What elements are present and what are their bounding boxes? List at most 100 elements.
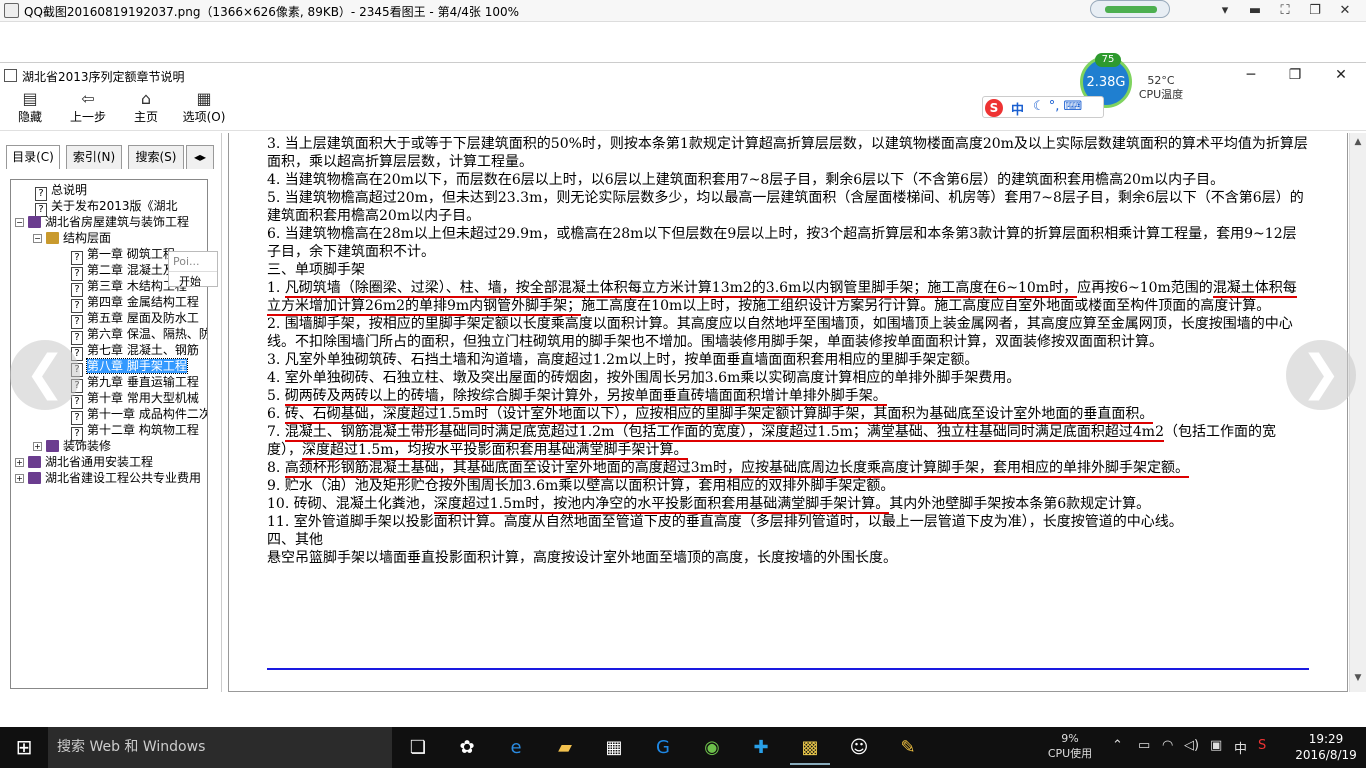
- tab-contents[interactable]: 目录(C): [6, 145, 60, 169]
- text-segment: 施工高度在10m以上时，按施工组织设计方案另行计算。施工高度应自室外地面或楼面至…: [581, 298, 1271, 314]
- app-icon[interactable]: ✿: [447, 731, 487, 765]
- tree-item[interactable]: ? 关于发布2013版《湖北: [35, 198, 178, 217]
- tree-item[interactable]: ? 第一章 砌筑工程: [71, 246, 175, 265]
- book-icon: [46, 440, 59, 452]
- text-segment: 1.: [267, 280, 285, 296]
- scroll-down-icon[interactable]: ▼: [1352, 673, 1364, 687]
- home-button[interactable]: ⌂ 主页: [118, 89, 174, 129]
- tree-item[interactable]: ? 总说明: [35, 182, 88, 201]
- popup-item-start[interactable]: 开始: [169, 271, 217, 290]
- expand-icon[interactable]: +: [15, 474, 24, 483]
- scroll-up-icon[interactable]: ▲: [1352, 137, 1364, 151]
- tree-item[interactable]: ? 第六章 保温、隔热、防: [71, 326, 208, 345]
- contact-icon[interactable]: ☺: [839, 731, 879, 765]
- ime-lang[interactable]: 中: [1011, 99, 1024, 118]
- underlined-text: 深度超过1.5m时，按池内净空的水平投影面积套用基础满堂脚手架计算。: [433, 496, 890, 514]
- edge-icon[interactable]: e: [496, 731, 536, 765]
- tab-index[interactable]: 索引(N): [66, 145, 122, 169]
- taskbar-search[interactable]: 搜索 Web 和 Windows: [48, 727, 392, 768]
- hide-button[interactable]: ▤ 隐藏: [2, 89, 58, 129]
- network-icon[interactable]: ▭: [1138, 738, 1150, 753]
- ime-toolbar[interactable]: S 中 ☾ °, ⌨: [982, 96, 1104, 118]
- tree-item[interactable]: ? 第十一章 成品构件二次: [71, 406, 207, 425]
- book-icon: [28, 456, 41, 468]
- options-button[interactable]: ▦ 选项(O): [176, 89, 232, 129]
- tree-item-label: 装饰装修: [63, 439, 112, 453]
- book-open-icon: [46, 232, 59, 244]
- task-view-icon[interactable]: ❏: [398, 731, 438, 765]
- back-button[interactable]: ⇦ 上一步: [60, 89, 116, 129]
- tree-item[interactable]: ? 第十二章 构筑物工程: [71, 422, 199, 441]
- notes-icon[interactable]: ✎: [888, 731, 928, 765]
- text-paragraph: 6. 砖、石砌基础，深度超过1.5m时（设计室外地面以下），应按相应的里脚手架定…: [267, 405, 1309, 424]
- next-image-button[interactable]: ❯: [1286, 340, 1356, 410]
- help-minimize-button[interactable]: ─: [1236, 66, 1266, 84]
- text-segment: 7.: [267, 424, 285, 440]
- help-maximize-button[interactable]: ❐: [1280, 66, 1310, 84]
- nav-tabs: 目录(C) 索引(N) 搜索(S) ◂▸: [6, 145, 216, 169]
- cpu-temp-label: CPU温度: [1138, 88, 1184, 101]
- store-icon[interactable]: ▦: [594, 731, 634, 765]
- text-segment: 5.: [267, 388, 285, 404]
- text-segment: 4. 室外单独砌砖、石独立柱、墩及突出屋面的砖烟囱，按外围周长另加3.6m乘以实…: [267, 370, 1021, 386]
- tree-item[interactable]: ? 第七章 混凝土、钢筋: [71, 342, 199, 361]
- collapse-icon[interactable]: −: [33, 234, 42, 243]
- tree-item-label: 第六章 保温、隔热、防: [87, 327, 208, 341]
- image-viewer-icon[interactable]: ▩: [790, 731, 830, 765]
- tree-item[interactable]: ?第八章 脚手架工程: [71, 358, 188, 377]
- text-paragraph: 5. 砌两砖及两砖以上的砖墙，除按综合脚手架计算外，另按单面垂直砖墙面面积增计单…: [267, 387, 1309, 406]
- ime-indicator[interactable]: 中: [1234, 738, 1247, 757]
- underlined-text: 高颈杯形钢筋混凝土基础，其基础底面至设计室外地面的高度超过3m时，应按基础底周边…: [284, 460, 1189, 478]
- ime-mode-icons[interactable]: ☾ °, ⌨: [1033, 99, 1082, 114]
- viewer-menu-button[interactable]: ▾: [1214, 2, 1236, 20]
- tree-item[interactable]: + 装饰装修: [33, 438, 111, 454]
- viewer-minimize-button[interactable]: ▬: [1244, 2, 1266, 20]
- expand-icon[interactable]: +: [33, 442, 42, 451]
- tree-item-label: 第四章 金属结构工程: [87, 295, 199, 309]
- browser-g-icon[interactable]: G: [643, 731, 683, 765]
- help-close-button[interactable]: ✕: [1326, 66, 1356, 84]
- text-paragraph: 11. 室外管道脚手架以投影面积计算。高度从自然地面至管道下皮的垂直高度（多层排…: [267, 513, 1309, 531]
- file-explorer-icon[interactable]: ▰: [545, 731, 585, 765]
- text-paragraph: 2. 围墙脚手架，按相应的里脚手架定额以长度乘高度以面积计算。其高度应以自然地坪…: [267, 315, 1309, 351]
- tree-item[interactable]: ? 第十章 常用大型机械: [71, 390, 199, 409]
- volume-icon[interactable]: ◁): [1184, 738, 1199, 753]
- tab-search[interactable]: 搜索(S): [128, 145, 184, 169]
- content-scrollbar[interactable]: ▲ ▼: [1349, 133, 1366, 692]
- tree-item[interactable]: ? 第四章 金属结构工程: [71, 294, 199, 313]
- text-segment: 3. 当上层建筑面积大于或等于下层建筑面积的50%时，则按本条第1款规定计算超高…: [267, 136, 1308, 170]
- tree-item[interactable]: + 湖北省通用安装工程: [15, 454, 153, 470]
- tab-scroll-arrows[interactable]: ◂▸: [186, 145, 214, 169]
- cpu-label: CPU使用: [1047, 747, 1093, 760]
- clock-date: 2016/8/19: [1295, 748, 1357, 762]
- chevron-up-icon[interactable]: ⌃: [1112, 738, 1123, 753]
- tree-item-label: 总说明: [51, 183, 88, 197]
- prev-image-button[interactable]: ❮: [10, 340, 80, 410]
- popup-item-point[interactable]: Poi...: [169, 252, 217, 271]
- viewer-close-button[interactable]: ✕: [1334, 2, 1356, 20]
- viewer-restore-button[interactable]: ❐: [1304, 2, 1326, 20]
- tree-item[interactable]: − 结构层面: [33, 230, 111, 246]
- message-icon[interactable]: ▣: [1210, 738, 1222, 753]
- clock-time: 19:29: [1308, 732, 1344, 746]
- green-app-icon[interactable]: ◉: [692, 731, 732, 765]
- text-paragraph: 5. 当建筑物檐高超过20m，但未达到23.3m，则无论实际层数多少，均以最高一…: [267, 189, 1309, 225]
- wifi-icon[interactable]: ◠: [1162, 738, 1173, 753]
- tree-item-label: 结构层面: [63, 231, 112, 245]
- text-paragraph: 10. 砖砌、混凝土化粪池，深度超过1.5m时，按池内净空的水平投影面积套用基础…: [267, 495, 1309, 514]
- start-button[interactable]: ⊞: [0, 727, 48, 768]
- collapse-icon[interactable]: −: [15, 218, 24, 227]
- expand-icon[interactable]: +: [15, 458, 24, 467]
- clock[interactable]: 19:29 2016/8/19: [1286, 731, 1366, 763]
- context-popup: Poi... 开始: [168, 251, 218, 290]
- tree-item[interactable]: − 湖北省房屋建筑与装饰工程: [15, 214, 189, 230]
- viewer-fullscreen-button[interactable]: ⛶: [1274, 2, 1296, 20]
- blue-app-icon[interactable]: ✚: [741, 731, 781, 765]
- tree-item[interactable]: ?第九章 垂直运输工程: [71, 374, 199, 393]
- sogou-tray-icon[interactable]: S: [1258, 738, 1266, 753]
- tree-item[interactable]: ? 第五章 屋面及防水工: [71, 310, 199, 329]
- tree-item-label: 第一章 砌筑工程: [87, 247, 175, 261]
- cpu-percent: 9%: [1061, 732, 1079, 745]
- tree-item[interactable]: + 湖北省建设工程公共专业费用: [15, 470, 201, 486]
- gauge-value: 2.38G: [1086, 75, 1126, 90]
